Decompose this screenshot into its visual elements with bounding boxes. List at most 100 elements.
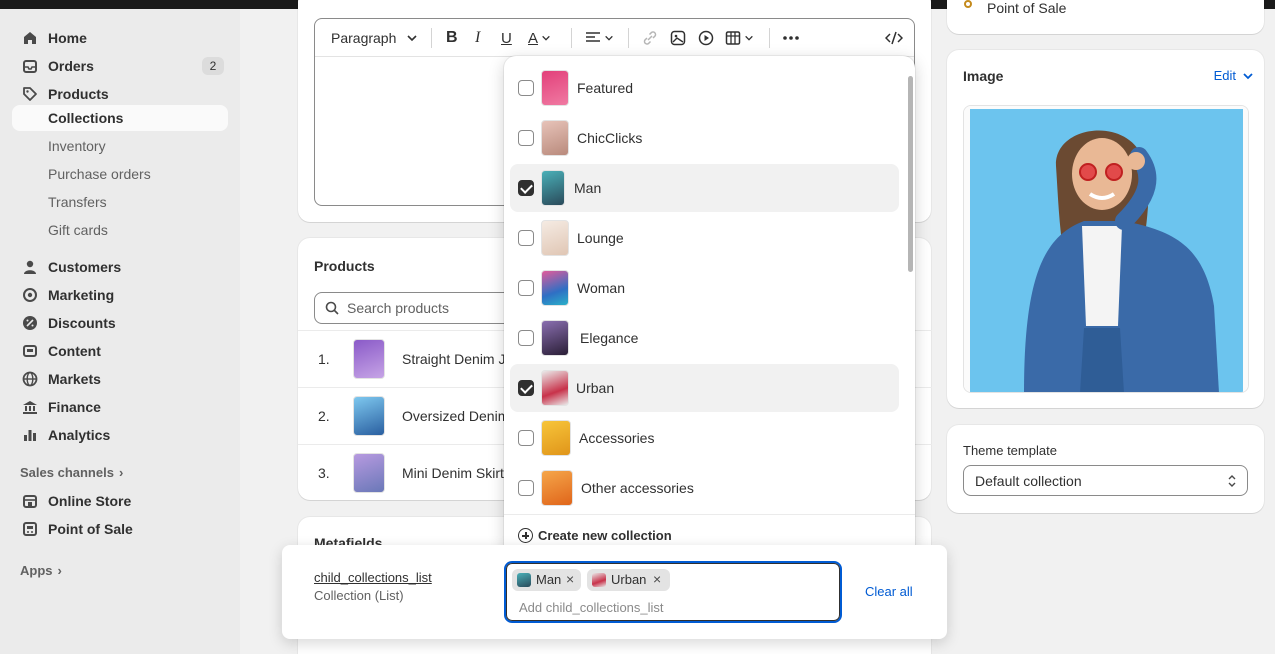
sidebar-item-finance[interactable]: Finance <box>12 394 228 420</box>
sidebar-item-customers[interactable]: Customers <box>12 254 228 280</box>
sidebar-item-label: Marketing <box>48 287 115 303</box>
sidebar-item-transfers[interactable]: Transfers <box>12 189 228 215</box>
sidebar-item-label: Orders <box>48 58 94 74</box>
product-thumbnail <box>353 396 385 436</box>
collection-option-accessories[interactable]: Accessories <box>510 414 899 462</box>
collection-option-woman[interactable]: Woman <box>510 264 899 312</box>
plus-circle-icon <box>518 528 533 543</box>
edit-label: Edit <box>1213 68 1236 83</box>
checkbox[interactable] <box>518 80 534 96</box>
sidebar-item-gift-cards[interactable]: Gift cards <box>12 217 228 243</box>
collection-thumbnail <box>541 70 569 106</box>
chevron-down-icon <box>407 35 417 42</box>
collection-thumbnail <box>541 370 569 406</box>
remove-tag-icon[interactable]: × <box>566 571 574 587</box>
edit-image-button[interactable]: Edit <box>1214 68 1254 83</box>
collection-thumbnail <box>541 470 573 506</box>
collection-option-label: ChicClicks <box>577 130 643 146</box>
sidebar-item-online-store[interactable]: Online Store <box>12 488 228 514</box>
metafield-type: Collection (List) <box>314 588 404 603</box>
sidebar-item-label: Content <box>48 343 101 359</box>
select-chevron-icon <box>1228 475 1236 487</box>
align-icon[interactable] <box>585 28 614 48</box>
tag-chip-urban: Urban × <box>587 569 670 591</box>
product-name: Straight Denim J <box>402 351 506 367</box>
checkbox[interactable] <box>518 130 534 146</box>
create-collection-label: Create new collection <box>538 528 672 543</box>
sidebar: Home Orders 2 Products Collections Inven… <box>0 9 240 654</box>
dropdown-scrollbar[interactable] <box>905 64 915 512</box>
collection-option-label: Featured <box>577 80 634 96</box>
remove-tag-icon[interactable]: × <box>653 571 661 587</box>
tag-thumbnail <box>517 573 531 587</box>
sidebar-item-label: Discounts <box>48 315 116 331</box>
collection-option-urban[interactable]: Urban <box>510 364 899 412</box>
video-insert-icon[interactable] <box>698 28 714 48</box>
apps-label: Apps <box>20 563 53 578</box>
code-view-icon[interactable] <box>885 28 903 48</box>
checkbox[interactable] <box>518 480 534 496</box>
bold-icon[interactable]: B <box>446 28 458 48</box>
status-dot-icon <box>964 0 972 8</box>
apps-heading[interactable]: Apps › <box>20 563 62 578</box>
product-name: Mini Denim Skirt <box>402 465 504 481</box>
sidebar-item-label: Markets <box>48 371 101 387</box>
image-card: Image Edit <box>947 50 1264 408</box>
sidebar-item-products[interactable]: Products <box>12 81 228 107</box>
collection-option-label: Elegance <box>580 330 639 346</box>
sidebar-item-label: Transfers <box>48 194 107 210</box>
checkbox[interactable] <box>518 230 534 246</box>
tag-input-placeholder: Add child_collections_list <box>519 600 664 615</box>
sidebar-item-purchase-orders[interactable]: Purchase orders <box>12 161 228 187</box>
sidebar-item-home[interactable]: Home <box>12 25 228 51</box>
sidebar-item-marketing[interactable]: Marketing <box>12 282 228 308</box>
collection-option-label: Other accessories <box>581 480 694 496</box>
sales-channels-heading[interactable]: Sales channels › <box>20 465 123 480</box>
collection-option-elegance[interactable]: Elegance <box>510 314 899 362</box>
editor-toolbar: Paragraph B I U A <box>315 19 914 57</box>
checkbox-checked[interactable] <box>518 180 534 196</box>
metafield-name-link[interactable]: child_collections_list <box>314 570 432 585</box>
image-insert-icon[interactable] <box>670 28 686 48</box>
sidebar-item-markets[interactable]: Markets <box>12 366 228 392</box>
sidebar-item-analytics[interactable]: Analytics <box>12 422 228 448</box>
sidebar-item-orders[interactable]: Orders 2 <box>12 53 228 79</box>
collection-option-man[interactable]: Man <box>510 164 899 212</box>
pos-icon <box>23 522 37 536</box>
toolbar-divider <box>571 28 572 48</box>
checkbox-checked[interactable] <box>518 380 534 396</box>
checkbox[interactable] <box>518 330 534 346</box>
link-icon[interactable] <box>642 28 658 48</box>
clear-all-button[interactable]: Clear all <box>865 584 913 599</box>
collections-tag-input[interactable]: Man × Urban × Add child_collections_list <box>504 561 842 623</box>
sidebar-item-inventory[interactable]: Inventory <box>12 133 228 159</box>
underline-icon[interactable]: U <box>501 28 512 48</box>
table-insert-icon[interactable] <box>725 28 754 48</box>
row-number: 1. <box>318 351 330 367</box>
sidebar-item-label: Purchase orders <box>48 166 151 182</box>
checkbox[interactable] <box>518 280 534 296</box>
scrollbar-thumb[interactable] <box>908 76 913 272</box>
sidebar-item-point-of-sale[interactable]: Point of Sale <box>12 516 228 542</box>
more-icon[interactable] <box>782 28 800 48</box>
text-color-icon[interactable]: A <box>528 28 551 48</box>
collection-option-chicclicks[interactable]: ChicClicks <box>510 114 899 162</box>
sidebar-item-collections[interactable]: Collections <box>12 105 228 131</box>
theme-template-label: Theme template <box>963 443 1057 458</box>
publishing-card: Point of Sale <box>947 0 1264 34</box>
checkbox[interactable] <box>518 430 534 446</box>
collections-dropdown: Featured ChicClicks Man Lounge Woman Ele… <box>504 56 915 556</box>
paragraph-select[interactable]: Paragraph <box>331 28 418 48</box>
home-icon <box>24 32 36 44</box>
store-icon <box>23 495 37 508</box>
sidebar-item-discounts[interactable]: Discounts <box>12 310 228 336</box>
theme-template-select[interactable]: Default collection <box>963 465 1248 496</box>
italic-icon[interactable]: I <box>475 28 480 48</box>
collection-photo <box>964 106 1248 392</box>
collection-option-lounge[interactable]: Lounge <box>510 214 899 262</box>
collection-option-other-accessories[interactable]: Other accessories <box>510 464 899 512</box>
sidebar-item-content[interactable]: Content <box>12 338 228 364</box>
collection-image[interactable] <box>963 105 1249 393</box>
collection-option-featured[interactable]: Featured <box>510 64 899 112</box>
chart-icon <box>24 430 36 441</box>
